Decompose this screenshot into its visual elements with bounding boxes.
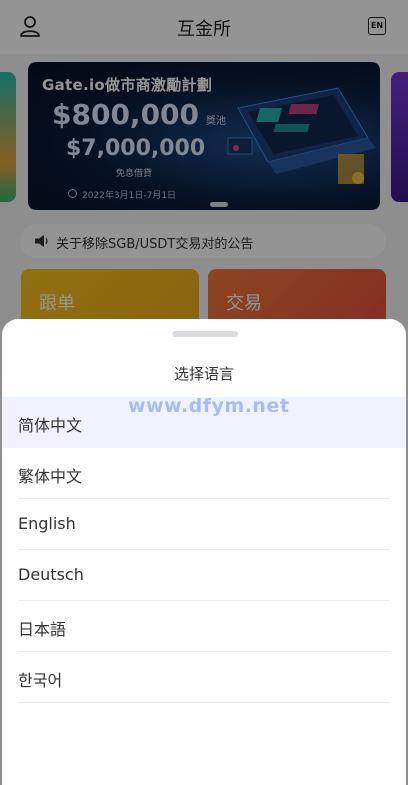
language-option-label: 繁体中文 <box>18 467 83 486</box>
language-option-label: 简体中文 <box>18 416 83 435</box>
language-option-ko[interactable]: 한국어 <box>2 652 406 703</box>
language-option-label: Deutsch <box>18 565 84 584</box>
language-option-ja[interactable]: 日本語 <box>2 601 406 652</box>
language-option-label: 日本語 <box>18 620 67 639</box>
sheet-title: 选择语言 <box>173 365 234 383</box>
language-option-en[interactable]: English <box>2 499 406 550</box>
language-option-zh-hant[interactable]: 繁体中文 <box>2 448 406 499</box>
sheet-drag-handle[interactable] <box>172 331 238 337</box>
language-option-de[interactable]: Deutsch <box>2 550 406 601</box>
language-option-label: 한국어 <box>18 671 63 690</box>
language-sheet: 选择语言 简体中文 繁体中文 English Deutsch 日本語 한국어 w… <box>2 319 406 785</box>
language-option-label: English <box>18 514 76 533</box>
language-option-zh-hans[interactable]: 简体中文 <box>2 397 406 448</box>
divider <box>18 702 390 703</box>
language-list: 简体中文 繁体中文 English Deutsch 日本語 한국어 <box>2 397 406 703</box>
